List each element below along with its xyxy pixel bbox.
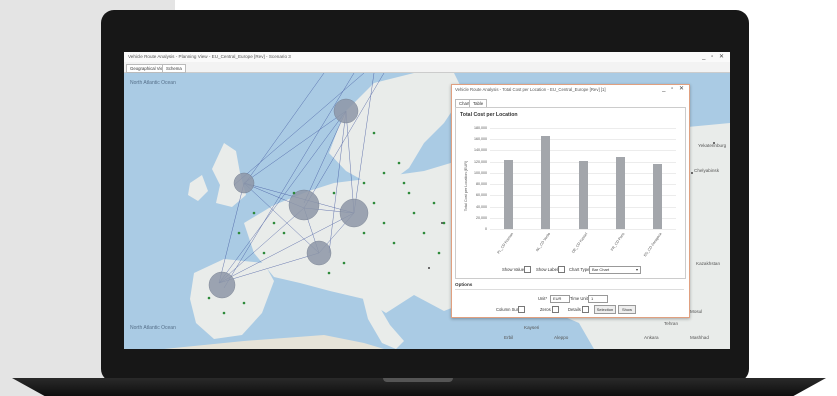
city-label: Kayseri: [524, 325, 540, 330]
show-button[interactable]: Show: [618, 305, 636, 314]
city-label: Mosul: [690, 309, 703, 314]
hub-poznan: [333, 98, 359, 124]
city-label: Kazakhstan: [696, 261, 721, 266]
y-tick-label: 120,000: [474, 159, 487, 164]
land-iberia: [190, 259, 274, 339]
sea-label: North Atlantic Ocean: [130, 325, 176, 331]
time-unit-label: Time Unit*: [570, 296, 590, 301]
window-controls[interactable]: _ ▫ ✕: [702, 53, 726, 60]
x-tick-label: PL_CD Poznan: [496, 232, 514, 255]
land-north-africa: [164, 335, 384, 349]
time-unit-value: 1: [591, 296, 594, 301]
hub-kassel: [288, 189, 320, 221]
hub-venlo: [233, 172, 255, 194]
options-divider: [455, 289, 684, 290]
show-labels-label: Show Labels: [536, 267, 560, 272]
y-tick-label: 80,000: [476, 182, 487, 187]
zeros-label: Zeros: [540, 307, 551, 312]
chart-window-title: Vehicle Route Analysis - Total Cost per …: [455, 87, 606, 92]
grid-line: [490, 128, 676, 129]
bar[interactable]: [652, 163, 662, 229]
hub-zaragoza: [208, 271, 236, 299]
y-tick-label: 60,000: [476, 193, 487, 198]
options-heading: Options: [455, 282, 473, 287]
city-label: Chelyabinsk: [694, 168, 720, 173]
city-label: Yekaterinburg: [698, 143, 727, 148]
chart-panel: Total Cost per Location Total Cost per L…: [455, 107, 686, 279]
column-sum-checkbox[interactable]: [518, 306, 525, 313]
y-tick-label: 100,000: [474, 170, 487, 175]
chart-window[interactable]: Vehicle Route Analysis - Total Cost per …: [451, 84, 690, 318]
column-sum-label: Column Sum: [496, 307, 521, 312]
show-values-label: Show Values: [502, 267, 527, 272]
laptop-notch: [383, 378, 453, 382]
chart-window-controls[interactable]: _ ▫ ✕: [662, 85, 686, 92]
x-tick-label: DE_CD Kassel: [571, 232, 589, 254]
unit-select[interactable]: EUR: [550, 295, 570, 303]
chart-type-value: Bar Chart: [592, 267, 610, 272]
time-unit-select[interactable]: 1: [588, 295, 608, 303]
y-tick-label: 20,000: [476, 215, 487, 220]
chevron-down-icon: ▾: [635, 267, 638, 272]
sea-label: North Atlantic Ocean: [130, 80, 176, 86]
unit-value: EUR: [553, 296, 562, 301]
city-label: Erbil: [504, 335, 514, 340]
y-tick-label: 180,000: [474, 126, 487, 130]
city-label: Ankara: [644, 335, 659, 340]
chart-type-label: Chart Type: [569, 267, 590, 272]
app-title: Vehicle Route Analysis - Planning View -…: [128, 54, 291, 59]
show-values-checkbox[interactable]: [524, 266, 531, 273]
view-tabs: Geographical View Schema: [124, 62, 730, 73]
grid-line: [490, 150, 676, 152]
unit-label: Unit*: [538, 296, 548, 301]
land-ireland: [188, 175, 208, 201]
x-tick-label: FR_CD Paris: [610, 232, 626, 252]
bar[interactable]: [578, 160, 588, 229]
city-label: Mashhad: [690, 335, 709, 340]
details-label: Details: [568, 307, 581, 312]
y-tick-label: 160,000: [474, 137, 487, 142]
zeros-checkbox[interactable]: [552, 306, 559, 313]
details-checkbox[interactable]: [582, 306, 589, 313]
hub-prague: [306, 240, 332, 266]
tab-schema[interactable]: Schema: [162, 64, 186, 73]
laptop-screen: Vehicle Route Analysis - Planning View -…: [124, 52, 730, 349]
bar[interactable]: [504, 159, 514, 229]
bar[interactable]: [615, 157, 625, 229]
chart-type-select[interactable]: Bar Chart ▾: [589, 266, 641, 274]
hub-paris: [339, 198, 369, 228]
grid-line: [490, 139, 676, 141]
grid-line: [490, 229, 676, 230]
y-tick-label: 0: [485, 227, 487, 231]
chart-title: Total Cost per Location: [460, 112, 518, 118]
selection-button[interactable]: Selection: [594, 305, 616, 314]
city-label: Aleppo: [554, 335, 569, 340]
y-tick-label: 140,000: [474, 148, 487, 153]
city-label: Tehran: [664, 321, 679, 326]
x-tick-label: NL_CD Venlo: [535, 232, 552, 253]
x-tick-label: ES_CD Zaragoza: [643, 232, 663, 258]
y-tick-label: 40,000: [476, 204, 487, 209]
show-labels-checkbox[interactable]: [558, 266, 565, 273]
bar[interactable]: [541, 136, 551, 229]
